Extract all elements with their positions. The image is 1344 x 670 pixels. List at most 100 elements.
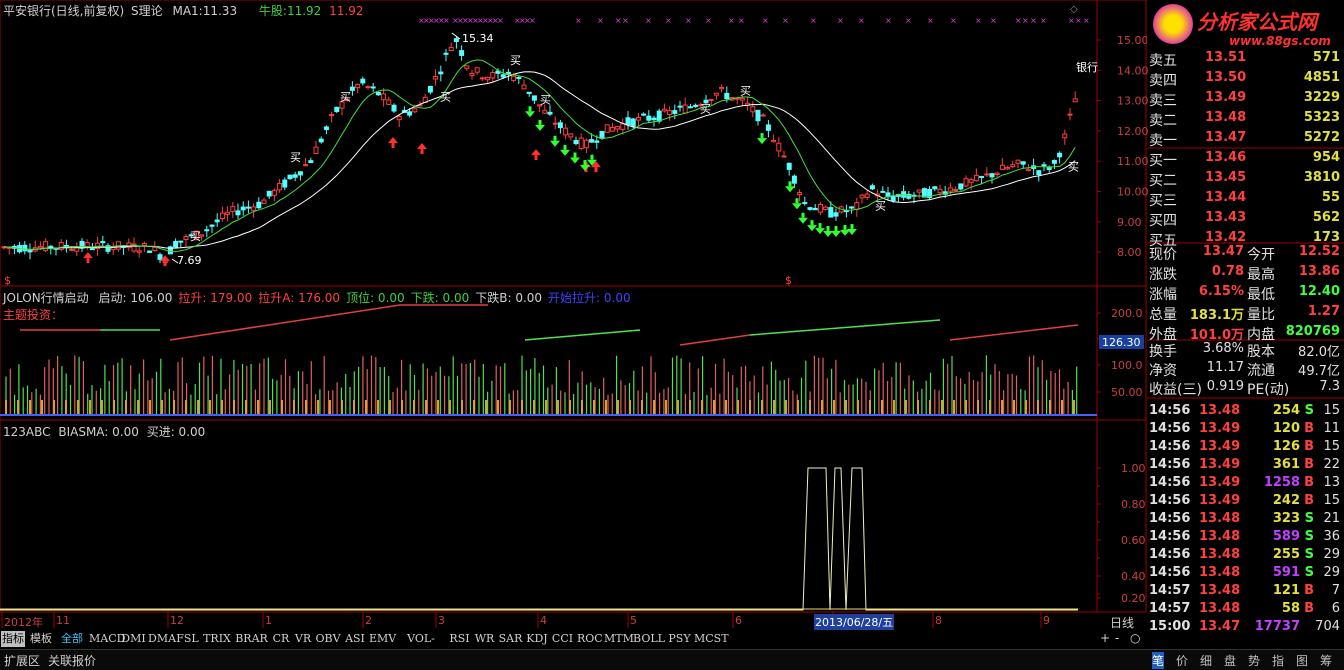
tick-row: 14:56 13.49 1258 B 13 <box>1147 474 1344 492</box>
tick-volume: 254 <box>1272 403 1300 418</box>
candle-body <box>1051 159 1057 164</box>
tab-brar[interactable]: BRAR <box>234 631 269 647</box>
nav-6[interactable]: 图 <box>1296 652 1308 669</box>
nav-1[interactable]: 价 <box>1176 652 1188 669</box>
nav-0[interactable]: 笔 <box>1152 652 1165 669</box>
candle-body <box>479 77 485 80</box>
indicator-envelope <box>169 304 401 341</box>
nav-7[interactable]: 筹 <box>1320 652 1332 669</box>
tab-asi[interactable]: ASI <box>343 631 367 647</box>
tab-wr[interactable]: WR <box>474 631 495 647</box>
panel3-biasma: BIASMA: 0.00 <box>58 425 139 439</box>
nav-3[interactable]: 盘 <box>1224 652 1236 669</box>
stat-value: 13.86 <box>1298 264 1340 279</box>
candle-body <box>303 164 309 167</box>
candle-body <box>209 224 215 227</box>
stat-value: 183.1万 <box>1189 308 1244 323</box>
fin-value: 49.7亿 <box>1298 364 1340 379</box>
ask-volume: 571 <box>1312 50 1340 65</box>
end-label: 银行 <box>1076 60 1098 74</box>
candle-body <box>713 92 719 96</box>
tick-volume: 361 <box>1272 457 1300 472</box>
x-mark: × <box>685 16 692 25</box>
candle-body <box>433 75 439 80</box>
indicator-envelope <box>749 319 941 336</box>
x-tick-label: 5 <box>630 614 637 627</box>
candle-body <box>58 242 64 250</box>
tab-全部[interactable]: 全部 <box>57 631 87 647</box>
tab-模板[interactable]: 模板 <box>27 631 55 647</box>
tab-related-quote[interactable]: 关联报价 <box>48 652 96 669</box>
zoom-out-button[interactable]: - <box>1115 631 1119 645</box>
period-label[interactable]: 日线 <box>1110 614 1134 631</box>
tab-vr[interactable]: VR <box>293 631 313 647</box>
candle-body <box>786 162 792 170</box>
x-mark: × <box>665 16 672 25</box>
tab-expand-area[interactable]: 扩展区 <box>4 652 40 669</box>
tab-psy[interactable]: PSY <box>667 631 692 647</box>
fin-label: 收益(三) <box>1149 382 1202 398</box>
buy-label: 买 <box>1068 160 1079 173</box>
candle-body <box>937 188 943 194</box>
candle-body <box>542 109 548 114</box>
tab-sar[interactable]: SAR <box>497 631 524 647</box>
bull-value-2: 11.92 <box>329 4 364 18</box>
candle-body <box>500 74 506 78</box>
candle-body <box>771 139 777 143</box>
fin-row: 换手 3.68% 股本 82.0亿 <box>1147 340 1344 360</box>
tab-fsl[interactable]: FSL <box>175 631 200 647</box>
tick-price: 13.48 <box>1199 403 1241 418</box>
tab-trix[interactable]: TRIX <box>202 631 232 647</box>
tab-macd[interactable]: MACD <box>89 631 125 647</box>
tick-row: 15:00 13.47 17737 704 <box>1147 618 1344 636</box>
nav-5[interactable]: 指 <box>1272 652 1284 669</box>
logo-url: www.88gs.com <box>1229 34 1331 48</box>
tab-dmi[interactable]: DMI <box>121 631 146 647</box>
chart-canvas[interactable]: 15.0014.0013.0012.0011.0010.009.008.0020… <box>0 0 1344 669</box>
nav-4[interactable]: 势 <box>1248 652 1260 669</box>
panel2-item: 顶位: 0.00 <box>346 291 405 305</box>
tick-count: 21 <box>1323 511 1340 526</box>
tab-cr[interactable]: CR <box>271 631 291 647</box>
panel3-header: 123ABC BIASMA: 0.00 买进: 0.00 <box>3 423 205 440</box>
candle-body <box>573 140 579 145</box>
candle-body <box>1020 161 1026 165</box>
candle-body <box>646 115 652 121</box>
tab-rsi[interactable]: RSI <box>447 631 472 647</box>
y-tick-label: 0.20 <box>1121 592 1146 605</box>
candle-body <box>583 139 589 149</box>
y-tick-label: 200.0 <box>1111 307 1143 320</box>
down-arrow-icon <box>550 135 560 147</box>
buy-label: 买 <box>740 85 751 98</box>
tab-指标[interactable]: 指标 <box>1 631 25 647</box>
tab-mcst[interactable]: MCST <box>694 631 729 647</box>
ask-price: 13.48 <box>1205 110 1247 125</box>
candle-body <box>375 91 381 96</box>
reset-button[interactable]: ○ <box>1130 631 1140 645</box>
tab-mtm[interactable]: MTM <box>604 631 634 647</box>
tab-dma[interactable]: DMA <box>148 631 176 647</box>
candle-body <box>708 99 714 102</box>
tick-time: 15:00 <box>1149 619 1191 634</box>
candle-body <box>277 182 283 191</box>
tab-emv[interactable]: EMV <box>369 631 396 647</box>
tab-cci[interactable]: CCI <box>550 631 575 647</box>
zoom-in-button[interactable]: + <box>1100 631 1110 645</box>
tab-roc[interactable]: ROC <box>577 631 603 647</box>
tab-obv[interactable]: OBV <box>315 631 341 647</box>
tab-kdj[interactable]: KDJ <box>526 631 548 647</box>
tick-price: 13.48 <box>1199 565 1241 580</box>
tick-row: 14:56 13.48 255 S 29 <box>1147 546 1344 564</box>
tab-vol-tdx[interactable]: VOL-TDX <box>397 631 445 661</box>
ask-volume: 5323 <box>1303 110 1340 125</box>
y-tick-label: 10.00 <box>1117 186 1149 199</box>
bid-label: 买二 <box>1149 173 1177 189</box>
stat-value: 13.47 <box>1202 244 1244 259</box>
stat-label: 涨跌 <box>1149 267 1177 283</box>
x-mark: × <box>762 16 769 25</box>
fin-value: 82.0亿 <box>1298 345 1340 360</box>
fin-label: PE(动) <box>1247 382 1290 398</box>
tab-boll[interactable]: BOLL <box>633 631 665 647</box>
nav-2[interactable]: 细 <box>1200 652 1212 669</box>
y-tick-label: 13.00 <box>1117 95 1149 108</box>
